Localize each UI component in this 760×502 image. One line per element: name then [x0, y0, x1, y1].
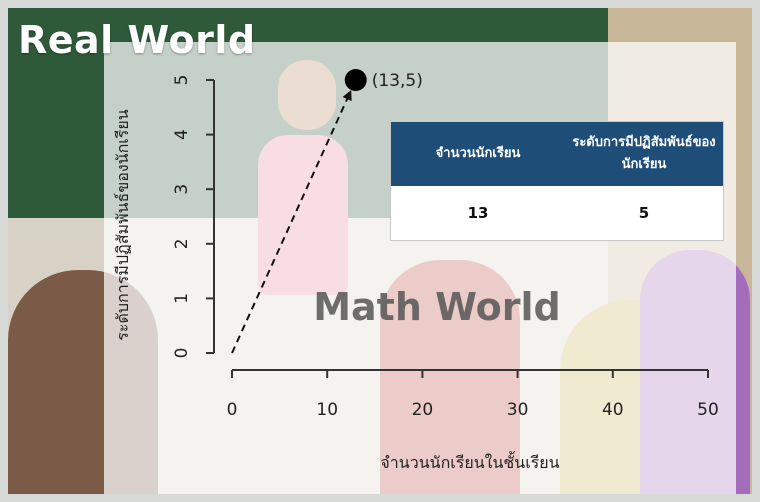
table-header-cell: จำนวนนักเรียน: [391, 122, 565, 186]
y-axis-title: ระดับการมีปฏิสัมพันธ์ของนักเรียน: [113, 109, 132, 340]
y-tick-label: 1: [172, 293, 192, 304]
y-ticks: 0 1 2 3 4 5: [172, 75, 214, 359]
x-tick-label: 10: [316, 400, 338, 420]
table-cell: 13: [467, 204, 489, 222]
math-world-watermark: Math World: [313, 285, 561, 329]
x-axis-title: จำนวนนักเรียนในชั้นเรียน: [380, 451, 559, 472]
data-point-label: (13,5): [372, 71, 423, 91]
table-cell: 5: [638, 204, 650, 222]
x-ticks: 0 10 20 30 40 50: [227, 370, 719, 420]
slide: Real World 012345 0 10 20 30 40 50 จำนวนนักเร…: [0, 0, 760, 502]
data-point: [344, 69, 367, 91]
table-header-cell: ระดับการมีปฏิสัมพันธ์ของนักเรียน: [565, 122, 723, 186]
y-tick-label: 2: [172, 238, 192, 249]
y-tick-label: 0: [172, 348, 192, 359]
line-chart: 0 1 2 3 4 5 0 10 20 30 40 50 จำนวนนักเรียนในชั้นเร…: [113, 69, 719, 472]
y-tick-label: 3: [172, 184, 192, 195]
x-tick-label: 40: [602, 400, 624, 420]
x-tick-label: 20: [412, 400, 434, 420]
table-header-row: จำนวนนักเรียน ระดับการมีปฏิสัมพันธ์ของนั…: [391, 122, 723, 186]
x-tick-label: 0: [227, 400, 238, 420]
x-tick-label: 50: [697, 400, 719, 420]
table-row: 13 5: [391, 186, 723, 240]
data-table: จำนวนนักเรียน ระดับการมีปฏิสัมพันธ์ของนั…: [391, 122, 723, 240]
y-tick-label: 5: [172, 75, 192, 86]
y-tick-label: 4: [172, 129, 192, 140]
x-tick-label: 30: [507, 400, 529, 420]
